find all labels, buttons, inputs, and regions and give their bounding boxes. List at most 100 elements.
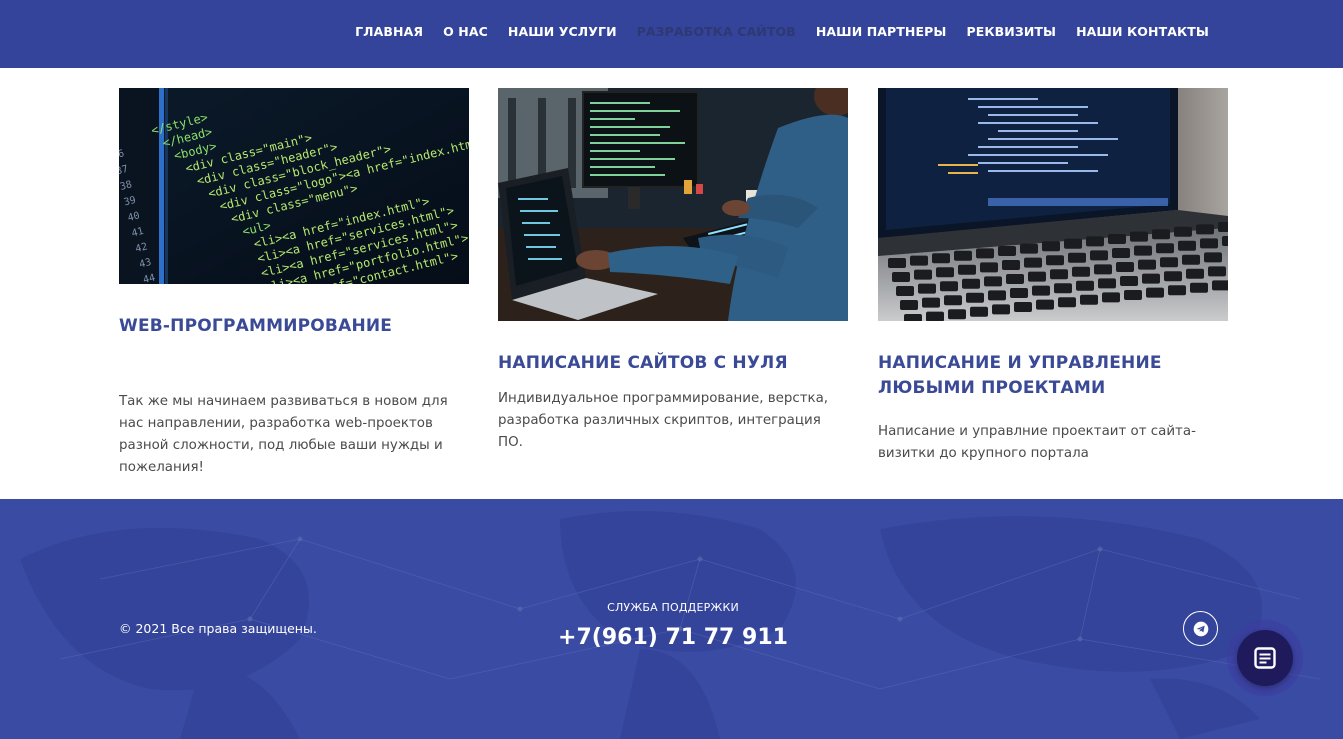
nav-home[interactable]: ГЛАВНАЯ bbox=[355, 24, 423, 39]
keyboard-key bbox=[1076, 280, 1094, 291]
keyboard-key bbox=[1098, 278, 1116, 289]
keyboard-key bbox=[1204, 252, 1222, 263]
keyboard-key bbox=[1006, 274, 1024, 284]
keyboard-key bbox=[1190, 282, 1208, 293]
keyboard-key bbox=[910, 255, 928, 266]
card-text: Написание и управлние проектаит от сайта… bbox=[878, 424, 1196, 461]
keyboard-key bbox=[966, 292, 984, 303]
keyboard-key bbox=[914, 269, 932, 280]
keyboard-key bbox=[976, 248, 994, 259]
keyboard-key bbox=[896, 286, 914, 296]
keyboard-key bbox=[892, 272, 910, 282]
card-title: WEB-ПРОГРАММИРОВАНИЕ bbox=[119, 316, 393, 336]
keyboard-key bbox=[1024, 257, 1042, 268]
keyboard-key bbox=[998, 246, 1016, 256]
keyboard-key bbox=[1080, 294, 1098, 305]
keyboard-key bbox=[1054, 283, 1072, 294]
keyboard-key bbox=[1020, 243, 1038, 254]
keyboard-key bbox=[944, 295, 962, 306]
keyboard-key bbox=[1002, 260, 1020, 270]
support-phone-link[interactable]: +7(961) 71 77 911 bbox=[0, 625, 1343, 650]
keyboard-key bbox=[954, 250, 972, 261]
main-nav: ГЛАВНАЯ О НАС НАШИ УСЛУГИ РАЗРАБОТКА САЙ… bbox=[355, 24, 1209, 39]
keyboard-key bbox=[980, 262, 998, 273]
card-text: Индивидуальное программирование, верстка… bbox=[498, 391, 829, 450]
keyboard-key bbox=[1146, 287, 1164, 298]
service-card-web-programming: 36373839404142434445464748 </style></hea… bbox=[119, 88, 469, 479]
telegram-button[interactable] bbox=[1183, 611, 1218, 646]
keyboard-key bbox=[1094, 264, 1112, 275]
keyboard-key bbox=[1072, 266, 1090, 277]
keyboard-key bbox=[1108, 234, 1126, 244]
keyboard-key bbox=[1102, 292, 1120, 303]
keyboard-key bbox=[936, 267, 954, 278]
keyboard-key bbox=[1208, 266, 1226, 277]
site-footer: © 2021 Все права защищены. СЛУЖБА ПОДДЕР… bbox=[0, 499, 1343, 739]
world-map-background bbox=[20, 511, 1321, 739]
nav-requisites[interactable]: РЕКВИЗИТЫ bbox=[966, 24, 1056, 39]
service-card-project-management: НАПИСАНИЕ И УПРАВЛЕНИЕ ЛЮБЫМИ ПРОЕКТАМИ … bbox=[878, 88, 1228, 465]
nav-partners[interactable]: НАШИ ПАРТНЕРЫ bbox=[816, 24, 947, 39]
keyboard-key bbox=[888, 258, 906, 268]
keyboard-key bbox=[1200, 238, 1218, 249]
nav-about[interactable]: О НАС bbox=[443, 24, 488, 39]
keyboard-key bbox=[1174, 226, 1192, 237]
keyboard-key bbox=[1182, 254, 1200, 265]
keyboard-key bbox=[1164, 271, 1182, 282]
keyboard-key bbox=[958, 264, 976, 275]
nav-contacts[interactable]: НАШИ КОНТАКТЫ bbox=[1076, 24, 1209, 39]
keyboard-key bbox=[1212, 280, 1228, 291]
keyboard-key bbox=[926, 311, 944, 321]
keyboard-key bbox=[1058, 297, 1076, 308]
keyboard-key bbox=[1124, 290, 1142, 300]
nav-web-development[interactable]: РАЗРАБОТКА САЙТОВ bbox=[637, 24, 796, 39]
keyboard-key bbox=[1186, 268, 1204, 279]
keyboard-key bbox=[988, 290, 1006, 301]
keyboard-key bbox=[1130, 231, 1148, 242]
keyboard-key bbox=[984, 276, 1002, 287]
keyboard-key bbox=[1168, 285, 1186, 296]
keyboard-key bbox=[1156, 243, 1174, 254]
keyboard-key bbox=[1042, 241, 1060, 252]
keyboard-key bbox=[962, 278, 980, 289]
chat-widget-button[interactable] bbox=[1237, 630, 1293, 686]
keyboard-key bbox=[1134, 245, 1152, 256]
keyboard-key bbox=[1014, 302, 1032, 312]
keyboard-key bbox=[1064, 238, 1082, 249]
keyboard-key bbox=[1068, 252, 1086, 263]
card-title: НАПИСАНИЕ САЙТОВ С НУЛЯ bbox=[498, 353, 788, 373]
nav-services[interactable]: НАШИ УСЛУГИ bbox=[508, 24, 617, 39]
site-header: ГЛАВНАЯ О НАС НАШИ УСЛУГИ РАЗРАБОТКА САЙ… bbox=[0, 0, 1343, 68]
keyboard-key bbox=[1222, 236, 1228, 246]
telegram-icon bbox=[1193, 621, 1209, 637]
keyboard-key bbox=[940, 281, 958, 292]
keyboard-key bbox=[1142, 273, 1160, 284]
keyboard-key bbox=[948, 309, 966, 320]
keyboard-key bbox=[1120, 276, 1138, 286]
keyboard-key bbox=[1032, 285, 1050, 296]
card-text: Так же мы начинаем развиваться в новом д… bbox=[119, 394, 448, 475]
keyboard-key bbox=[1196, 224, 1214, 235]
keyboard-key bbox=[970, 306, 988, 317]
keyboard-key bbox=[1086, 236, 1104, 247]
programmer-at-desk-image bbox=[498, 88, 848, 321]
keyboard-key bbox=[932, 253, 950, 264]
card-title: НАПИСАНИЕ И УПРАВЛЕНИЕ ЛЮБЫМИ ПРОЕКТАМИ bbox=[878, 353, 1162, 398]
support-label: СЛУЖБА ПОДДЕРЖКИ bbox=[607, 601, 739, 614]
keyboard-key bbox=[1046, 255, 1064, 266]
service-card-sites-from-scratch: НАПИСАНИЕ САЙТОВ С НУЛЯ Индивидуальное п… bbox=[498, 88, 848, 454]
keyboard-key bbox=[904, 314, 922, 321]
keyboard-key bbox=[1028, 271, 1046, 282]
code-editor-image: 36373839404142434445464748 </style></hea… bbox=[119, 88, 469, 284]
keyboard-key bbox=[922, 297, 940, 308]
keyboard-key bbox=[1218, 222, 1228, 232]
keyboard-key bbox=[900, 300, 918, 310]
chat-icon bbox=[1254, 647, 1276, 669]
keyboard-key bbox=[1010, 288, 1028, 298]
keyboard-key bbox=[1138, 259, 1156, 270]
keyboard-key bbox=[1036, 299, 1054, 310]
keyboard-key bbox=[1152, 229, 1170, 240]
keyboard-key bbox=[1116, 262, 1134, 272]
keyboard-key bbox=[1090, 250, 1108, 261]
keyboard-key bbox=[1178, 240, 1196, 251]
